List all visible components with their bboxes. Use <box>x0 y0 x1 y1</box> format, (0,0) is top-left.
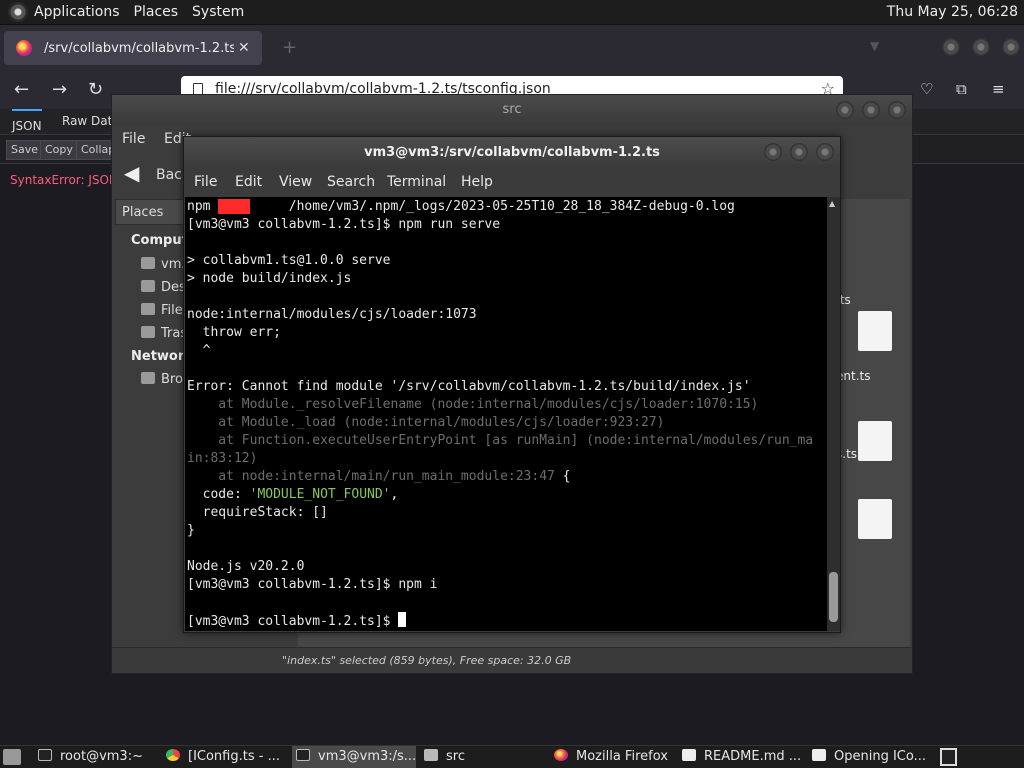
chrome-icon <box>166 749 180 761</box>
json-error-text: SyntaxError: JSON <box>10 173 118 187</box>
terminal-menubar: File Edit View Search Terminal Help <box>184 169 840 197</box>
tab-json[interactable]: JSON <box>12 109 42 133</box>
fm-minimize-icon[interactable] <box>836 101 854 119</box>
menu-places[interactable]: Places <box>134 4 179 20</box>
term-line: at Module._resolveFilename (node:interna… <box>187 397 759 412</box>
term-line: [vm3@vm3 collabvm-1.2.ts]$ npm run serve <box>187 217 501 232</box>
fm-close-icon[interactable] <box>888 101 906 119</box>
home-icon <box>141 257 155 269</box>
save-button[interactable]: Save <box>6 140 44 160</box>
term-menu-file[interactable]: File <box>194 174 217 190</box>
taskbar-item-readme[interactable]: README.md ... <box>682 746 806 768</box>
term-minimize-icon[interactable] <box>764 143 782 161</box>
ff-maximize-icon[interactable] <box>972 38 990 56</box>
term-line: Node.js v20.2.0 <box>187 559 305 574</box>
pocket-icon[interactable]: ♡ <box>920 80 933 98</box>
fm-back-arrow-icon[interactable]: ◀ <box>124 161 146 185</box>
copy-button[interactable]: Copy <box>40 140 78 160</box>
document-icon <box>812 749 826 761</box>
term-menu-help[interactable]: Help <box>461 174 493 190</box>
term-menu-terminal[interactable]: Terminal <box>387 174 446 190</box>
fm-menu-file[interactable]: File <box>122 131 145 147</box>
term-line: [vm3@vm3 collabvm-1.2.ts]$ npm i <box>187 577 438 592</box>
term-line: > node build/index.js <box>187 271 352 286</box>
menu-applications[interactable]: Applications <box>34 4 120 20</box>
firefox-icon <box>16 40 32 56</box>
tab-list-chevron-icon[interactable]: ▼ <box>870 39 879 53</box>
extensions-icon[interactable]: ⧉ <box>956 80 967 98</box>
text-editor-icon <box>682 749 696 761</box>
term-line: throw err; <box>187 325 281 340</box>
fm-title: src <box>502 102 522 117</box>
workspace-switcher[interactable] <box>940 748 957 766</box>
scroll-thumb[interactable] <box>829 572 838 622</box>
terminal-title: vm3@vm3:/srv/collabvm/collabvm-1.2.ts <box>364 145 660 160</box>
term-line: node:internal/modules/cjs/loader:1073 <box>187 307 477 322</box>
firefox-tab[interactable]: /srv/collabvm/collabvm-1.2.ts/ts ✕ <box>4 31 262 65</box>
terminal-icon <box>38 749 52 761</box>
text-cursor <box>398 612 407 627</box>
taskbar-item-src[interactable]: src <box>424 746 548 768</box>
folder-icon <box>424 749 438 761</box>
hamburger-menu-icon[interactable]: ≡ <box>992 80 1005 98</box>
new-tab-icon[interactable]: + <box>282 37 297 58</box>
trash-icon <box>141 326 155 338</box>
term-line: npm ERR! /home/vm3/.npm/_logs/2023-05-25… <box>187 199 735 214</box>
tab-close-icon[interactable]: ✕ <box>238 40 250 56</box>
ff-close-icon[interactable] <box>1002 38 1020 56</box>
term-line: at Function.executeUserEntryPoint [as ru… <box>187 433 814 448</box>
term-line: > collabvm1.ts@1.0.0 serve <box>187 253 391 268</box>
taskbar-item-opening[interactable]: Opening ICo... <box>812 746 936 768</box>
taskbar-item-chrome[interactable]: [IConfig.ts - ... <box>166 746 290 768</box>
show-desktop-icon[interactable] <box>3 749 21 765</box>
ff-minimize-icon[interactable] <box>942 38 960 56</box>
fm-maximize-icon[interactable] <box>862 101 880 119</box>
term-line: requireStack: [] <box>187 505 328 520</box>
file-doc-icon[interactable] <box>858 311 892 351</box>
terminal-icon <box>296 749 310 761</box>
term-line: at node:internal/main/run_main_module:23… <box>187 469 571 484</box>
terminal-titlebar[interactable]: vm3@vm3:/srv/collabvm/collabvm-1.2.ts <box>184 137 840 169</box>
menu-system[interactable]: System <box>192 4 244 20</box>
desktop-icon <box>141 280 155 292</box>
top-panel: Applications Places System Thu May 25, 0… <box>0 0 1024 25</box>
terminal-scrollbar[interactable]: ▲ <box>827 197 840 631</box>
term-menu-edit[interactable]: Edit <box>235 174 262 190</box>
scroll-up-icon[interactable]: ▲ <box>829 199 835 208</box>
tab-title: /srv/collabvm/collabvm-1.2.ts/ts <box>44 40 234 56</box>
term-line: at Module._load (node:internal/modules/c… <box>187 415 665 430</box>
term-line: Error: Cannot find module '/srv/collabvm… <box>187 379 751 394</box>
term-prompt-line: [vm3@vm3 collabvm-1.2.ts]$ <box>187 612 407 631</box>
network-icon <box>141 372 155 384</box>
bottom-taskbar: root@vm3:~ [IConfig.ts - ... vm3@vm3:/s.… <box>0 745 1024 768</box>
term-menu-view[interactable]: View <box>279 174 312 190</box>
term-close-icon[interactable] <box>816 143 834 161</box>
terminal-window: vm3@vm3:/srv/collabvm/collabvm-1.2.ts Fi… <box>183 136 841 633</box>
term-maximize-icon[interactable] <box>790 143 808 161</box>
taskbar-item-root-terminal[interactable]: root@vm3:~ <box>38 746 164 768</box>
term-line: } <box>187 523 195 538</box>
back-arrow-icon[interactable]: ← <box>14 79 29 100</box>
taskbar-item-vm3-terminal[interactable]: vm3@vm3:/s... <box>292 746 416 768</box>
npm-err-badge: ERR! <box>218 199 250 214</box>
term-menu-search[interactable]: Search <box>327 174 375 190</box>
gnome-foot-icon[interactable] <box>8 2 28 22</box>
terminal-output[interactable]: npm ERR! /home/vm3/.npm/_logs/2023-05-25… <box>185 197 827 631</box>
reload-icon[interactable]: ↻ <box>88 79 103 100</box>
forward-arrow-icon[interactable]: → <box>52 79 67 100</box>
taskbar-item-firefox[interactable]: Mozilla Firefox <box>554 746 678 768</box>
clock[interactable]: Thu May 25, 06:28 <box>887 4 1018 20</box>
fm-statusbar: "index.ts" selected (859 bytes), Free sp… <box>112 647 912 673</box>
term-line: ^ <box>187 343 211 358</box>
fm-titlebar[interactable]: src <box>112 95 912 125</box>
drive-icon <box>141 303 155 315</box>
file-doc-icon[interactable] <box>858 499 892 539</box>
firefox-icon <box>554 749 568 761</box>
file-doc-icon[interactable] <box>858 421 892 461</box>
term-line: code: 'MODULE_NOT_FOUND', <box>187 487 399 502</box>
file-label-2[interactable]: ent.ts <box>836 369 870 383</box>
term-line: in:83:12) <box>187 451 258 466</box>
firefox-tabbar: /srv/collabvm/collabvm-1.2.ts/ts ✕ + ▼ <box>0 25 1024 71</box>
